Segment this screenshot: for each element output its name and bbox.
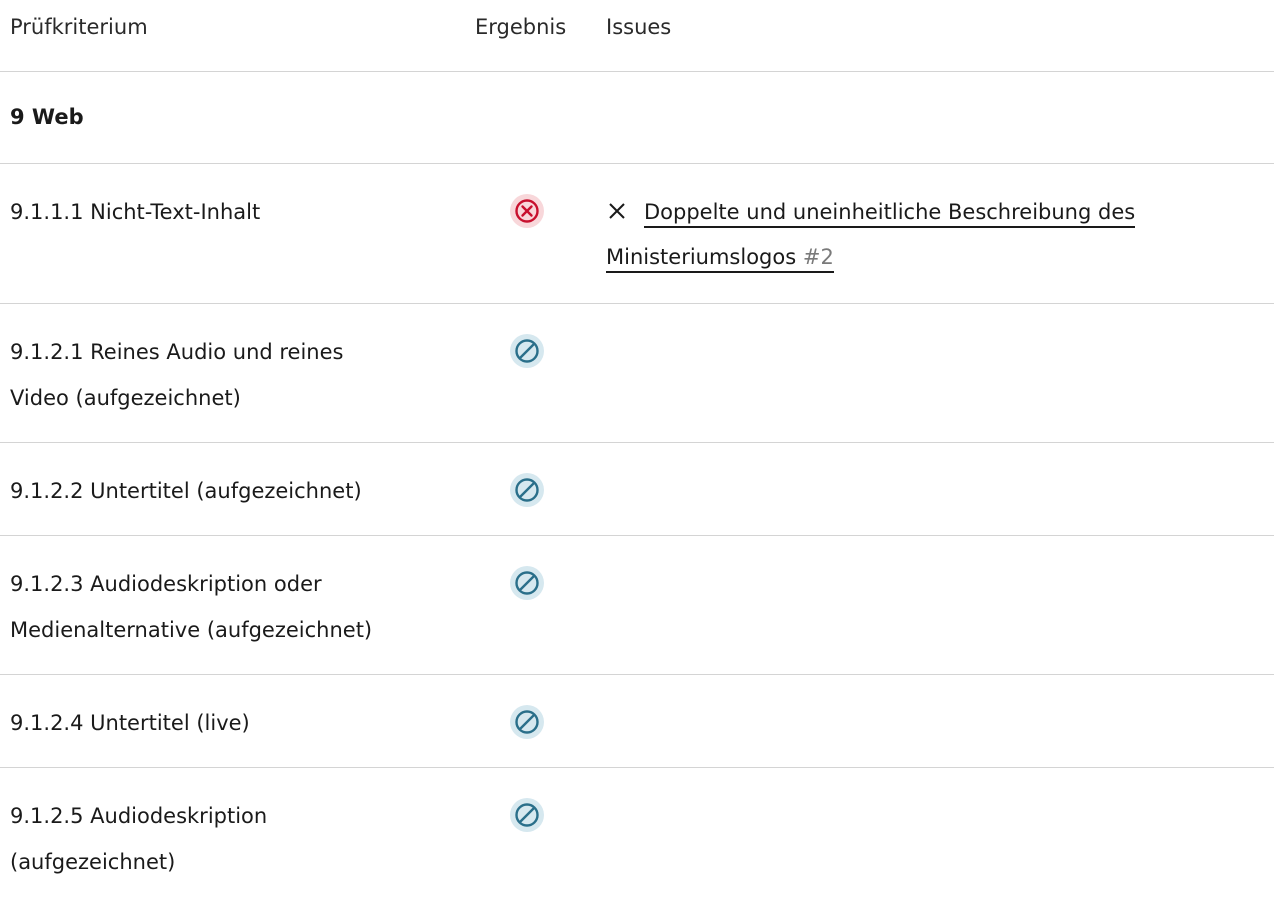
criterion-label: 9.1.2.5 Audiodeskription (aufgezeichnet) bbox=[10, 804, 268, 874]
failed-icon bbox=[510, 194, 544, 228]
not-applicable-icon bbox=[510, 473, 544, 507]
table-row: 9.1.2.3 Audiodeskription oder Medienalte… bbox=[0, 536, 1274, 675]
criterion-label: 9.1.2.4 Untertitel (live) bbox=[10, 711, 250, 735]
result-cell bbox=[510, 566, 550, 612]
table-row: 9.1.2.5 Audiodeskription (aufgezeichnet) bbox=[0, 768, 1274, 903]
not-applicable-icon bbox=[510, 705, 544, 739]
issues-cell: Doppelte und uneinheitliche Beschreibung… bbox=[606, 193, 1266, 276]
not-applicable-icon bbox=[510, 566, 544, 600]
table-row: 9.1.1.1 Nicht-Text-Inhalt Doppelte und u… bbox=[0, 164, 1274, 304]
result-cell bbox=[510, 473, 550, 519]
result-cell bbox=[510, 194, 550, 240]
table-header-row: Prüfkriterium Ergebnis Issues bbox=[0, 0, 1274, 72]
criterion-label: 9.1.2.3 Audiodeskription oder Medienalte… bbox=[10, 572, 373, 642]
not-applicable-icon bbox=[510, 798, 544, 832]
issue-link[interactable]: Doppelte und uneinheitliche Beschreibung… bbox=[644, 200, 1136, 228]
not-applicable-icon bbox=[510, 334, 544, 368]
issue-number: #2 bbox=[802, 245, 834, 269]
result-cell bbox=[510, 705, 550, 751]
result-cell bbox=[510, 798, 550, 844]
criterion-label: 9.1.2.1 Reines Audio und reines Video (a… bbox=[10, 340, 344, 410]
criterion-label: 9.1.2.2 Untertitel (aufgezeichnet) bbox=[10, 479, 362, 503]
close-icon bbox=[606, 193, 632, 231]
table-row: 9.1.2.1 Reines Audio und reines Video (a… bbox=[0, 304, 1274, 443]
result-cell bbox=[510, 334, 550, 380]
test-results-table: Prüfkriterium Ergebnis Issues 9 Web 9.1.… bbox=[0, 0, 1274, 903]
criterion-label: 9.1.1.1 Nicht-Text-Inhalt bbox=[10, 200, 261, 224]
table-row: 9.1.2.4 Untertitel (live) bbox=[0, 675, 1274, 768]
section-row: 9 Web bbox=[0, 72, 1274, 164]
issue-link-continuation[interactable]: Ministeriumslogos #2 bbox=[606, 245, 834, 273]
header-result: Ergebnis bbox=[475, 15, 567, 39]
section-title: 9 Web bbox=[10, 105, 84, 129]
header-issues: Issues bbox=[606, 15, 672, 39]
header-criterion: Prüfkriterium bbox=[10, 15, 148, 39]
table-row: 9.1.2.2 Untertitel (aufgezeichnet) bbox=[0, 443, 1274, 536]
